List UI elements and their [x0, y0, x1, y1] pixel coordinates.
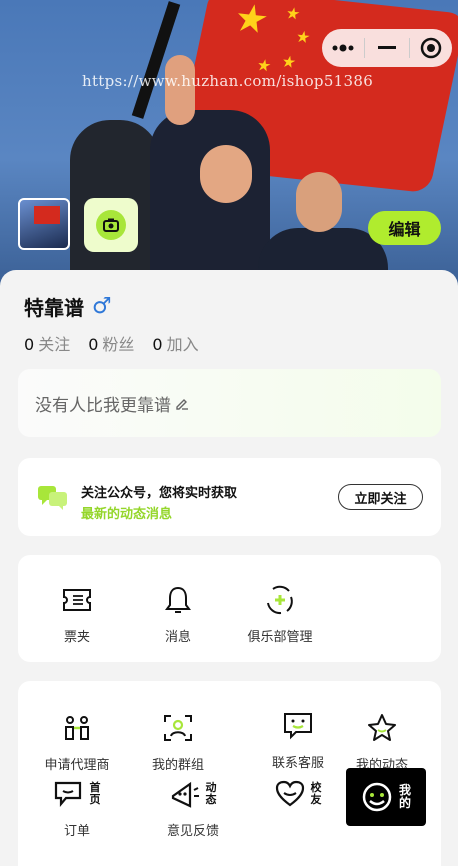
- menu-item-club-management[interactable]: 俱乐部管理: [230, 583, 330, 645]
- follow-title: 关注公众号，您将实时获取: [81, 486, 238, 501]
- raised-arm: [165, 55, 195, 125]
- avatar[interactable]: [18, 198, 70, 250]
- stat-label: 关注: [38, 335, 71, 354]
- edit-profile-button[interactable]: 编辑: [368, 211, 441, 245]
- order-icon: 首页: [27, 777, 127, 811]
- bio-card[interactable]: 没有人比我更靠谱: [18, 369, 441, 437]
- male-gender-icon: ♂: [92, 294, 112, 319]
- person-face: [296, 172, 342, 232]
- menu-item-label: 意见反馈: [166, 824, 219, 839]
- stat-label: 粉丝: [102, 335, 135, 354]
- menu-item-label: 订单: [63, 824, 90, 839]
- flag-graphic: [34, 206, 60, 224]
- menu-item-orders[interactable]: 首页 订单: [27, 777, 127, 839]
- more-dots-icon[interactable]: [323, 29, 363, 67]
- tab-text: 友: [310, 793, 322, 806]
- tab-alumni[interactable]: 校友: [248, 777, 348, 820]
- ticket-icon: [27, 583, 127, 617]
- stat-count: 0: [24, 335, 35, 354]
- menu-item-ticket-folder[interactable]: 票夹: [27, 583, 127, 645]
- tab-text: 的: [398, 796, 411, 810]
- tab-home-label[interactable]: 首页: [90, 782, 101, 806]
- menu-item-my-activity[interactable]: 我的动态: [332, 711, 432, 773]
- stat-label: 加入: [166, 335, 199, 354]
- follow-now-button[interactable]: 立即关注: [338, 484, 423, 510]
- menu-item-feedback[interactable]: 动态 意见反馈: [143, 777, 243, 840]
- stat-joined[interactable]: 0 加入: [152, 331, 198, 355]
- menu-item-label: 消息: [164, 630, 191, 645]
- group-icon: [128, 711, 228, 745]
- camera-icon: [96, 210, 126, 240]
- menu-item-messages[interactable]: 消息: [128, 583, 228, 645]
- smile-face-icon: [362, 782, 392, 812]
- menu-item-label: 申请代理商: [44, 758, 110, 773]
- tab-text: 态: [205, 793, 217, 806]
- profile-name: 特靠谱: [24, 296, 84, 320]
- tab-text: 页: [89, 793, 101, 806]
- tab-feed-label[interactable]: 动态: [206, 782, 217, 806]
- follow-subtitle: 最新的动态消息: [81, 507, 173, 522]
- feedback-icon: 动态: [143, 777, 243, 811]
- capsule-divider: [408, 38, 410, 58]
- profile-name-row: 特靠谱 ♂: [24, 292, 112, 321]
- menu-item-my-groups[interactable]: 我的群组: [128, 711, 228, 773]
- stat-count: 0: [88, 335, 99, 354]
- menu-item-apply-agent[interactable]: 申请代理商: [27, 711, 127, 773]
- follow-account-card: 关注公众号，您将实时获取 最新的动态消息 立即关注: [18, 458, 441, 536]
- menu-item-label: 我的群组: [151, 758, 204, 773]
- target-circle-icon[interactable]: [411, 29, 451, 67]
- person-figure: [150, 110, 270, 290]
- menu-item-label: 俱乐部管理: [247, 630, 313, 645]
- change-cover-button[interactable]: [84, 198, 138, 252]
- heart-icon: 校友: [248, 777, 348, 811]
- stat-following[interactable]: 0 关注: [24, 331, 70, 355]
- bio-text: 没有人比我更靠谱: [35, 395, 171, 416]
- pencil-icon: [176, 399, 188, 410]
- stat-followers[interactable]: 0 粉丝: [88, 331, 134, 355]
- bell-icon: [128, 583, 228, 617]
- watermark-text: https://www.huzhan.com/ishop51386: [82, 72, 374, 90]
- capsule-divider: [364, 38, 366, 58]
- stat-count: 0: [152, 335, 163, 354]
- menu-item-label: 票夹: [63, 630, 90, 645]
- club-manage-icon: [230, 583, 330, 617]
- minimize-icon[interactable]: [367, 29, 407, 67]
- tab-alumni-label: 校友: [311, 782, 322, 806]
- profile-stats: 0 关注 0 粉丝 0 加入: [24, 331, 199, 355]
- star-icon: [332, 711, 432, 745]
- agent-icon: [27, 711, 127, 745]
- tab-text: 我: [398, 783, 411, 797]
- mini-program-capsule: [322, 29, 452, 67]
- tab-mine-label: 我的: [399, 784, 411, 810]
- quick-menu: 票夹 消息 俱乐部管理: [18, 555, 441, 662]
- chat-bubbles-icon: [38, 486, 67, 510]
- person-face: [200, 145, 252, 203]
- tab-mine-button[interactable]: 我的: [346, 768, 426, 826]
